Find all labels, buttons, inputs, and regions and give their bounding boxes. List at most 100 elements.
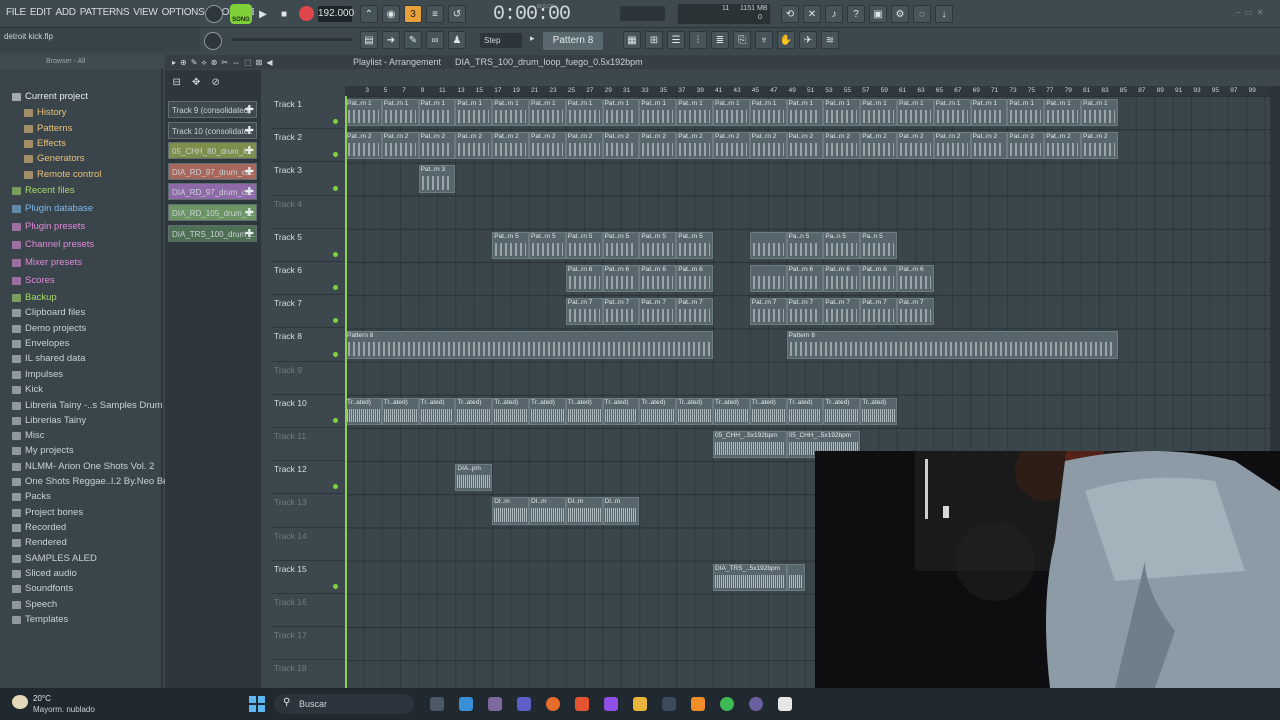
browser-item[interactable]: IL shared data <box>12 351 85 366</box>
playlist-clip[interactable]: Pat..rn 1 <box>713 99 750 127</box>
obs-icon[interactable] <box>749 697 763 711</box>
main-pitch-knob[interactable] <box>204 32 222 50</box>
track-header[interactable]: Track 8 <box>272 328 345 362</box>
browser-item[interactable]: NLMM- Arion One Shots Vol. 2 <box>12 459 154 474</box>
chat-icon[interactable]: ◌ <box>913 5 931 23</box>
playlist-clip[interactable]: Pat..rn 1 <box>529 99 566 127</box>
countdown-icon[interactable]: 3 <box>404 5 422 23</box>
track-header[interactable]: Track 12 <box>272 461 345 495</box>
loop-record-icon[interactable]: ↺ <box>448 5 466 23</box>
playlist-clip[interactable] <box>786 563 805 591</box>
playlist-clip[interactable]: Pat..rn 1 <box>970 99 1008 127</box>
playlist-clip[interactable]: DIA_TRS_..5x192bpm <box>713 563 787 591</box>
track-header[interactable]: Track 2 <box>272 129 345 163</box>
browser-icon[interactable]: ≣ <box>711 31 729 49</box>
track-header[interactable]: Track 14 <box>272 528 345 561</box>
menu-edit[interactable]: EDIT <box>28 7 54 18</box>
playlist-clip[interactable]: Pat..rn 5 <box>676 231 713 259</box>
taskbar-search[interactable]: Buscar <box>274 694 414 714</box>
playlist-clip[interactable]: Pat..rn 2 <box>455 132 493 160</box>
playlist-clip[interactable]: Pat..rn 1 <box>418 99 456 127</box>
playlist-clip[interactable]: Pat..rn 1 <box>492 99 529 127</box>
piano-roll-icon[interactable]: ▤ <box>360 31 378 49</box>
playlist-clip[interactable]: DI..m <box>529 497 566 525</box>
browser-item[interactable]: Librerias Tainy <box>12 413 86 428</box>
playlist-clip[interactable]: Tr..ated) <box>713 397 750 425</box>
playlist-clip[interactable]: Pat..rn 1 <box>1007 99 1045 127</box>
playlist-clip[interactable]: Pat..rn 1 <box>1044 99 1081 127</box>
playlist-clip[interactable]: Pat..rn 2 <box>749 132 787 160</box>
playlist-clip[interactable]: Pattern 8 <box>345 331 713 359</box>
menu-patterns[interactable]: PATTERNS <box>78 7 131 18</box>
playlist-clip[interactable]: Pat..rn 1 <box>786 99 824 127</box>
playlist-clip[interactable]: Pat..rn 2 <box>1081 132 1118 160</box>
track-mute-led[interactable] <box>333 185 338 191</box>
browser-item[interactable]: Current project <box>12 89 88 104</box>
browser-item[interactable]: My projects <box>12 443 74 458</box>
record-button[interactable] <box>299 6 314 21</box>
cast-icon[interactable]: ≋ <box>821 31 839 49</box>
twitch-icon[interactable] <box>604 697 618 711</box>
browser-item[interactable]: Misc <box>12 428 45 443</box>
add-icon[interactable]: ✚ <box>245 164 254 179</box>
playlist-clip[interactable]: Pat..rn 7 <box>639 298 677 326</box>
playlist-clip[interactable]: Pat..rn 7 <box>749 298 787 326</box>
playlist-tools[interactable]: ▸⊕✎⟡⊗✂⇔⬚⊠◀ <box>172 58 277 68</box>
playlist-clip[interactable]: Pat..rn 6 <box>786 265 824 293</box>
playlist-clip[interactable]: Pat..rn 1 <box>455 99 493 127</box>
playlist-clip[interactable]: Pat..rn 6 <box>897 265 934 293</box>
wait-for-input-icon[interactable]: ◉ <box>382 5 400 23</box>
brave-icon[interactable] <box>575 697 589 711</box>
browser-item[interactable]: Clipboard files <box>12 305 85 320</box>
playlist-clip[interactable]: Tr..ated) <box>749 397 787 425</box>
playlist-clip[interactable]: Pat..rn 6 <box>602 265 640 293</box>
weather-temp[interactable]: 20°C <box>33 694 51 703</box>
playlist-clip[interactable]: Pat..rn 6 <box>639 265 677 293</box>
playlist-clip[interactable]: Tr..ated) <box>639 397 677 425</box>
playlist-clip[interactable]: DI..m <box>492 497 529 525</box>
playlist-clip[interactable]: Pat..rn 7 <box>565 298 603 326</box>
chrome-icon[interactable] <box>720 697 734 711</box>
playlist-clip[interactable]: Pat..rn 7 <box>786 298 824 326</box>
browser-item[interactable]: Recorded <box>12 520 66 535</box>
playlist-clip[interactable]: Pa..n 5 <box>860 231 897 259</box>
track-header[interactable]: Track 6 <box>272 262 345 296</box>
arrow-right-icon[interactable]: ➜ <box>382 31 400 49</box>
add-icon[interactable]: ✚ <box>245 123 254 138</box>
playlist-clip[interactable]: Pa..n 5 <box>786 231 824 259</box>
track-header[interactable]: Track 4 <box>272 196 345 229</box>
playlist-clip[interactable]: Pat..rn 7 <box>676 298 713 326</box>
playlist-clip[interactable]: Pat..rn 1 <box>1081 99 1118 127</box>
weather-icon[interactable] <box>12 695 28 709</box>
blend-notes-icon[interactable]: ≡ <box>426 5 444 23</box>
playlist-clip[interactable]: Pat..rn 2 <box>970 132 1008 160</box>
playlist-clip[interactable]: Pat..rn 6 <box>676 265 713 293</box>
playlist-clip[interactable]: Pat..rn 6 <box>565 265 603 293</box>
playlist-clip[interactable]: Tr..ated) <box>455 397 493 425</box>
playlist-clip[interactable]: Pat..rn 1 <box>897 99 934 127</box>
browser-item[interactable]: Recent files <box>12 183 75 198</box>
playlist-clip[interactable]: Tr..ated) <box>529 397 566 425</box>
browser-item[interactable]: Remote control <box>24 167 101 182</box>
playlist-clip[interactable]: Pat..rn 5 <box>492 231 529 259</box>
help-icon[interactable]: ? <box>847 5 865 23</box>
playlist-clip[interactable]: Pat..rn 2 <box>713 132 750 160</box>
track-mute-led[interactable] <box>333 251 338 257</box>
task-view-icon[interactable] <box>430 697 444 711</box>
playlist-clip[interactable] <box>749 265 787 293</box>
step-seq-icon[interactable]: ⊞ <box>645 31 663 49</box>
browser-item[interactable]: Soundfonts <box>12 581 73 596</box>
playlist-clip[interactable]: Tr..ated) <box>786 397 824 425</box>
playlist-clip[interactable]: Tr..ated) <box>418 397 456 425</box>
track-header[interactable]: Track 17 <box>272 627 345 661</box>
photos-icon[interactable] <box>662 697 676 711</box>
picker-tools[interactable]: ⊟ ✥ ⊘ <box>167 77 263 91</box>
track-mute-led[interactable] <box>333 417 338 423</box>
playlist-clip[interactable]: Pat..rn 1 <box>345 99 382 127</box>
playlist-clip[interactable]: Tr..ated) <box>823 397 861 425</box>
menu-file[interactable]: FILE <box>4 7 28 18</box>
playlist-clip[interactable]: 05_CHH_..5x192bpm <box>713 431 787 459</box>
track-header[interactable]: Track 7 <box>272 295 345 329</box>
browser-item[interactable]: Plugin database <box>12 201 93 216</box>
playlist-clip[interactable]: DI..m <box>602 497 640 525</box>
